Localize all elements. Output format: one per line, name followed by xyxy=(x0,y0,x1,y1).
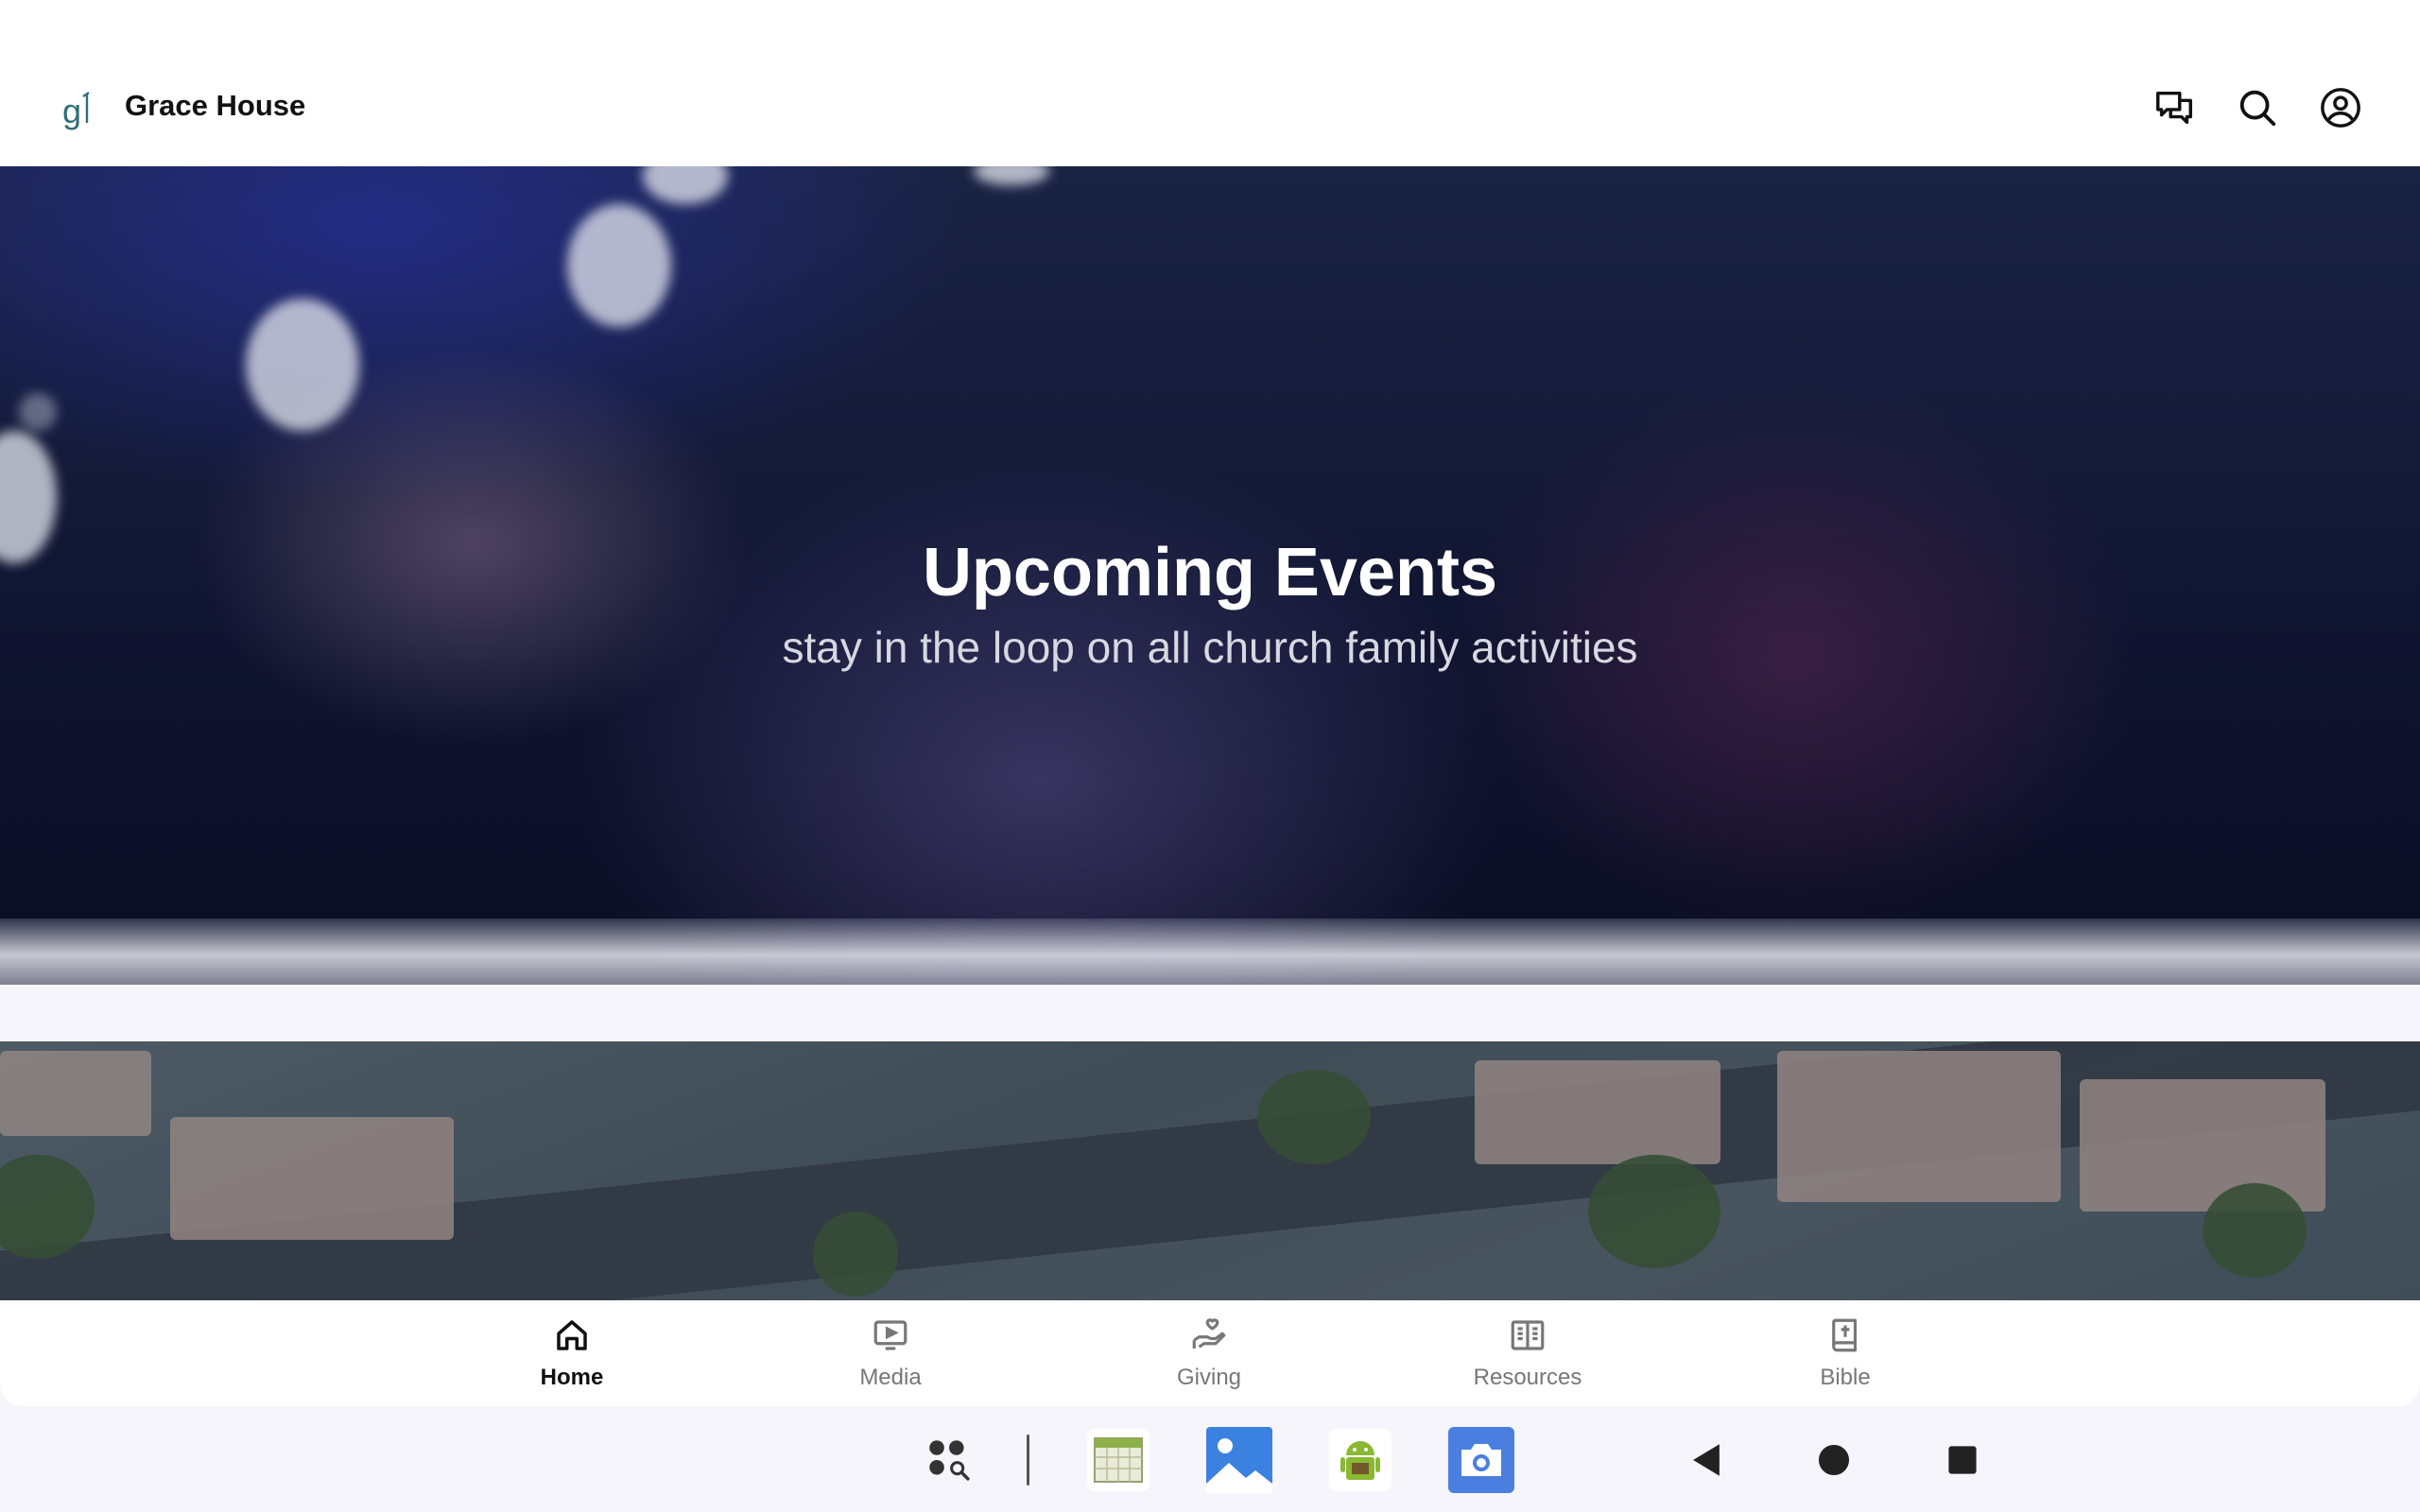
upcoming-events-banner[interactable]: Upcoming Events stay in the loop on all … xyxy=(0,166,2420,985)
giving-icon xyxy=(1192,1318,1226,1349)
back-icon xyxy=(1693,1444,1720,1476)
bible-icon xyxy=(1832,1318,1858,1352)
nav-media[interactable]: Media xyxy=(796,1315,985,1400)
home-system-button[interactable] xyxy=(1799,1425,1869,1495)
nav-giving-label: Giving xyxy=(1176,1365,1242,1390)
bokeh-light xyxy=(19,393,57,431)
account-icon xyxy=(2321,88,2360,128)
home-icon xyxy=(557,1320,587,1350)
chat-icon xyxy=(2156,91,2192,125)
recents-icon xyxy=(1948,1446,1977,1474)
grace-house-logo: g xyxy=(60,85,102,130)
nav-media-label: Media xyxy=(859,1365,922,1390)
bokeh-light xyxy=(246,299,359,431)
camera-app-button[interactable] xyxy=(1446,1425,1516,1495)
android-app-icon xyxy=(1329,1429,1392,1491)
bottom-navigation: Home Media Giving Resources Bible xyxy=(0,1300,2420,1406)
camera-app-icon xyxy=(1448,1427,1514,1493)
system-taskbar xyxy=(0,1406,2420,1512)
home-circle-icon xyxy=(1818,1444,1850,1476)
nav-home-label: Home xyxy=(540,1365,604,1390)
bokeh-light xyxy=(567,204,671,327)
gallery-app-icon xyxy=(1206,1427,1272,1493)
chat-button[interactable] xyxy=(2150,83,2199,132)
app-title: Grace House xyxy=(125,89,306,122)
nav-resources[interactable]: Resources xyxy=(1433,1315,1622,1400)
account-button[interactable] xyxy=(2316,83,2365,132)
hero-title: Upcoming Events xyxy=(922,535,1498,610)
hero-fade xyxy=(0,919,2420,985)
resources-icon xyxy=(1511,1320,1545,1350)
recents-button[interactable] xyxy=(1927,1425,1997,1495)
nav-bible[interactable]: Bible xyxy=(1751,1315,1940,1400)
android-app-button[interactable] xyxy=(1325,1425,1395,1495)
search-icon xyxy=(2239,90,2276,127)
hero-subtitle: stay in the loop on all church family ac… xyxy=(782,623,1638,672)
status-bar xyxy=(0,0,2420,45)
svg-text:g: g xyxy=(62,92,81,130)
calendar-app-icon xyxy=(1087,1429,1150,1491)
nav-giving[interactable]: Giving xyxy=(1115,1315,1304,1400)
back-button[interactable] xyxy=(1671,1425,1741,1495)
taskbar-divider xyxy=(1027,1435,1029,1486)
banner-overlay xyxy=(0,1041,2420,1300)
bokeh-light xyxy=(643,166,728,204)
media-icon xyxy=(873,1320,908,1350)
nav-resources-label: Resources xyxy=(1473,1365,1582,1390)
nav-home[interactable]: Home xyxy=(477,1315,666,1400)
calendar-app-button[interactable] xyxy=(1083,1425,1153,1495)
app-drawer-icon xyxy=(929,1440,970,1481)
nav-bible-label: Bible xyxy=(1820,1365,1871,1390)
app-header: g Grace House xyxy=(0,45,2420,166)
bokeh-light xyxy=(974,166,1049,185)
neighborhood-banner[interactable] xyxy=(0,1041,2420,1300)
search-button[interactable] xyxy=(2233,83,2282,132)
app-drawer-button[interactable] xyxy=(914,1425,984,1495)
gallery-app-button[interactable] xyxy=(1204,1425,1274,1495)
